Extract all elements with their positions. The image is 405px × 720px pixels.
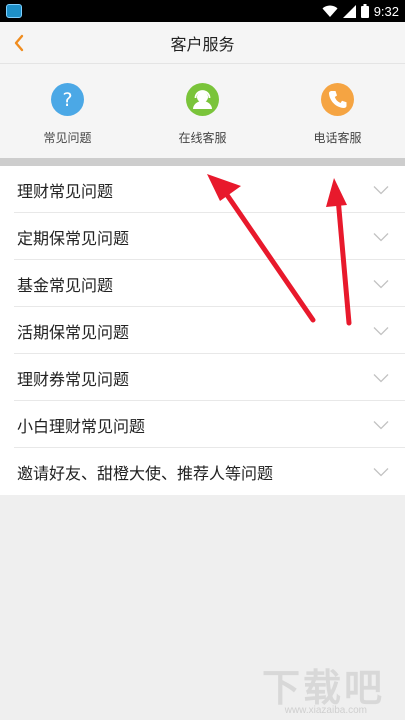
service-label: 电话客服 xyxy=(313,131,362,145)
watermark-logo: 下载吧 xyxy=(261,666,385,710)
back-button[interactable] xyxy=(6,30,32,56)
service-phone[interactable]: 电话客服 xyxy=(270,64,405,158)
list-item[interactable]: 理财券常见问题 xyxy=(0,354,405,401)
list-item[interactable]: 小白理财常见问题 xyxy=(0,401,405,448)
list-item-label: 理财券常见问题 xyxy=(17,369,130,389)
list-item[interactable]: 理财常见问题 xyxy=(0,166,405,213)
chevron-down-icon xyxy=(373,373,389,382)
status-right: 9:32 xyxy=(322,4,399,19)
list-item-label: 邀请好友、甜橙大使、推荐人等问题 xyxy=(17,463,274,483)
battery-icon xyxy=(360,4,369,18)
list-item-label: 活期保常见问题 xyxy=(17,322,130,342)
status-left xyxy=(6,4,22,18)
list-item[interactable]: 邀请好友、甜橙大使、推荐人等问题 xyxy=(0,448,405,495)
list-item-label: 基金常见问题 xyxy=(17,275,114,295)
page-title: 客户服务 xyxy=(170,34,235,54)
watermark-url: www.xiazaiba.com xyxy=(284,705,367,716)
clock: 9:32 xyxy=(373,3,399,19)
section-divider xyxy=(0,158,405,166)
wifi-icon xyxy=(322,5,338,17)
list-item-label: 定期保常见问题 xyxy=(17,228,130,248)
app-notification-icon xyxy=(6,4,22,18)
chevron-down-icon xyxy=(373,467,389,476)
list-item[interactable]: 基金常见问题 xyxy=(0,260,405,307)
chevron-down-icon xyxy=(373,279,389,288)
chevron-down-icon xyxy=(373,185,389,194)
help-icon: ? xyxy=(51,83,84,116)
list-item[interactable]: 活期保常见问题 xyxy=(0,307,405,354)
chevron-down-icon xyxy=(373,232,389,241)
service-online[interactable]: 在线客服 xyxy=(135,64,270,158)
service-label: 在线客服 xyxy=(178,131,227,145)
agent-icon xyxy=(186,83,219,116)
chevron-down-icon xyxy=(373,420,389,429)
signal-icon xyxy=(342,4,356,18)
svg-text:?: ? xyxy=(62,89,72,111)
list-item[interactable]: 定期保常见问题 xyxy=(0,213,405,260)
chevron-left-icon xyxy=(14,34,24,52)
chevron-down-icon xyxy=(373,326,389,335)
service-faq[interactable]: ? 常见问题 xyxy=(0,64,135,158)
faq-list: 理财常见问题 定期保常见问题 基金常见问题 活期保常见问题 理财券常见问题 小白… xyxy=(0,166,405,495)
service-shortcuts: ? 常见问题 在线客服 电话客服 xyxy=(0,64,405,158)
phone-icon xyxy=(321,83,354,116)
header-bar: 客户服务 xyxy=(0,22,405,64)
list-item-label: 理财常见问题 xyxy=(17,181,114,201)
status-bar: 9:32 xyxy=(0,0,405,22)
service-label: 常见问题 xyxy=(43,131,92,145)
list-item-label: 小白理财常见问题 xyxy=(17,416,146,436)
